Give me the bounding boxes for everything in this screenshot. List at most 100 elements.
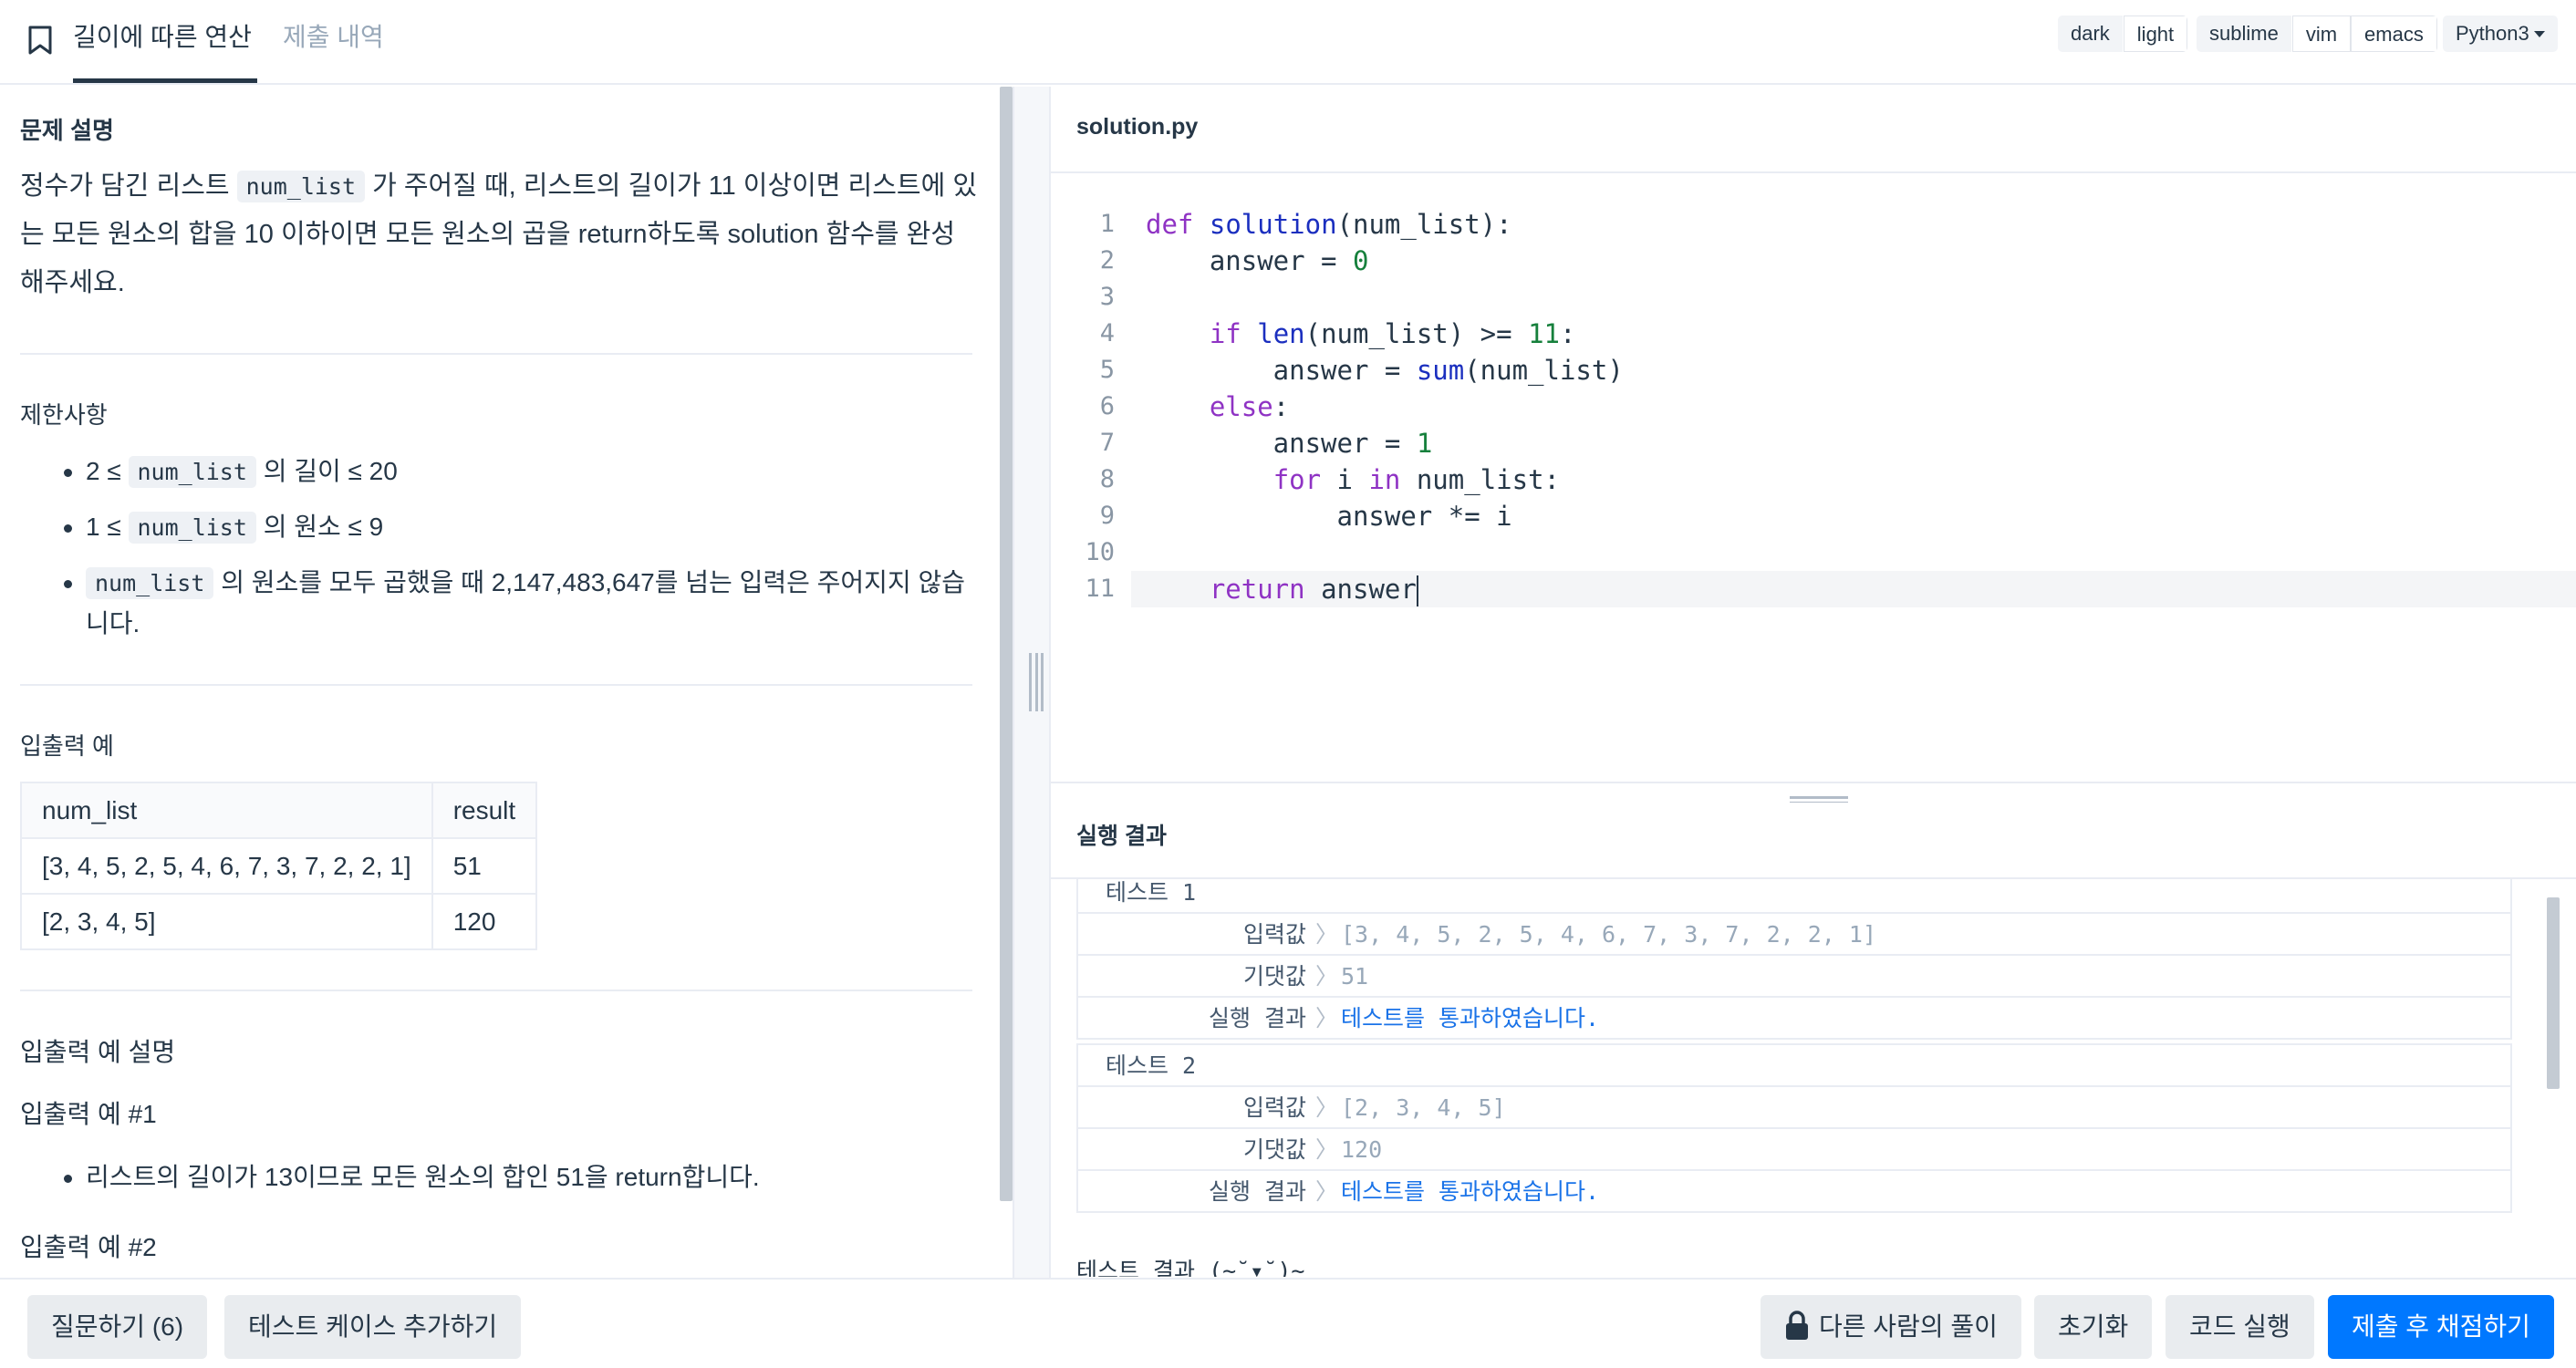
line-number: 3 xyxy=(1099,283,1115,311)
lock-icon xyxy=(1786,1310,1808,1340)
run-code-button[interactable]: 코드 실행 xyxy=(2166,1295,2314,1359)
input-label: 입력값 xyxy=(1242,1094,1306,1121)
others-solution-label: 다른 사람의 풀이 xyxy=(1819,1312,1998,1341)
input-label: 입력값 xyxy=(1242,921,1306,948)
problem-panel-scrollbar[interactable] xyxy=(1000,87,1013,1201)
code-line[interactable]: 3 xyxy=(1051,279,2576,316)
code-line[interactable]: 10 xyxy=(1051,534,2576,571)
test-expected-row: 기댓값 〉 51 xyxy=(1078,954,2510,996)
table-cell: 51 xyxy=(431,837,538,895)
test-result-row: 실행 결과 〉 테스트를 통과하였습니다. xyxy=(1078,996,2510,1038)
test-name: 테스트 2 xyxy=(1078,1043,2510,1085)
line-number: 10 xyxy=(1085,538,1115,566)
expected-label: 기댓값 xyxy=(1242,963,1306,990)
table-cell: [2, 3, 4, 5] xyxy=(20,893,433,950)
editor-header: solution.py xyxy=(1051,87,2576,173)
test-input-row: 입력값 〉 [2, 3, 4, 5] xyxy=(1078,1085,2510,1127)
code-line[interactable]: 9 answer *= i xyxy=(1051,498,2576,534)
test-result-2: 테스트 2 입력값 〉 [2, 3, 4, 5] 기댓값 〉 120 실행 결과… xyxy=(1076,1043,2512,1213)
section-divider xyxy=(20,990,972,991)
list-item: num_list 의 원소를 모두 곱했을 때 2,147,483,647를 넘… xyxy=(20,563,969,644)
test-result-row: 실행 결과 〉 테스트를 통과하였습니다. xyxy=(1078,1169,2510,1211)
section-title-description: 문제 설명 xyxy=(20,117,114,144)
others-solution-button[interactable]: 다른 사람의 풀이 xyxy=(1761,1295,2021,1359)
line-number: 5 xyxy=(1099,356,1115,384)
result-label: 실행 결과 xyxy=(1208,1005,1306,1031)
keymap-sublime-button[interactable]: sublime xyxy=(2197,16,2292,52)
example-1-list: 리스트의 길이가 13이므로 모든 원소의 합인 51을 return합니다. xyxy=(20,1157,969,1197)
keymap-vim-button[interactable]: vim xyxy=(2291,16,2352,52)
active-tab-indicator xyxy=(73,78,257,83)
results-panel: 테스트 1 입력값 〉 [3, 4, 5, 2, 5, 4, 6, 7, 3, … xyxy=(1051,879,2576,1277)
input-value: [3, 4, 5, 2, 5, 4, 6, 7, 3, 7, 2, 2, 1] xyxy=(1341,921,1876,948)
list-item: 리스트의 길이가 13이므로 모든 원소의 합인 51을 return합니다. xyxy=(20,1157,969,1197)
code-line-current[interactable]: 11 return answer xyxy=(1085,571,2576,607)
add-testcase-button[interactable]: 테스트 케이스 추가하기 xyxy=(224,1295,522,1359)
results-scrollbar[interactable] xyxy=(2547,897,2560,1089)
chevron-right-icon: 〉 xyxy=(1315,1136,1339,1163)
theme-toggle-group: dark light xyxy=(2058,16,2188,52)
text-cursor xyxy=(1416,575,1418,606)
code-line[interactable]: 1 def solution(num_list): xyxy=(1051,206,2576,243)
expected-value: 120 xyxy=(1341,1136,1383,1163)
language-select[interactable]: Python3 xyxy=(2443,16,2558,52)
final-result-message: 테스트 결과 (~˘▾˘)~ xyxy=(1076,1258,1305,1277)
section-title-constraints: 제한사항 xyxy=(20,401,108,429)
line-number: 2 xyxy=(1099,246,1115,275)
inline-code: num_list xyxy=(236,171,366,202)
list-item: 2 ≤ num_list 의 길이 ≤ 20 xyxy=(20,451,969,492)
result-label: 실행 결과 xyxy=(1208,1178,1306,1205)
top-bar: 길이에 따른 연산 제출 내역 dark light sublime vim e… xyxy=(0,0,2576,85)
results-header: 실행 결과 xyxy=(1051,803,2576,879)
table-cell: [3, 4, 5, 2, 5, 4, 6, 7, 3, 7, 2, 2, 1] xyxy=(20,837,433,895)
language-select-value: Python3 xyxy=(2456,22,2529,45)
section-divider xyxy=(20,353,972,355)
chevron-right-icon: 〉 xyxy=(1315,921,1339,948)
table-cell: 120 xyxy=(431,893,538,950)
tab-submission-history[interactable]: 제출 내역 xyxy=(283,0,384,85)
results-title: 실행 결과 xyxy=(1076,824,1167,849)
problem-panel: 문제 설명 정수가 담긴 리스트 num_list 가 주어질 때, 리스트의 … xyxy=(0,87,1013,1278)
line-number: 1 xyxy=(1099,210,1115,238)
code-editor[interactable]: 1 def solution(num_list): 2 answer = 0 3 … xyxy=(1051,175,2576,782)
code-line[interactable]: 4 if len(num_list) >= 11: xyxy=(1051,316,2576,352)
result-value: 테스트를 통과하였습니다. xyxy=(1341,1178,1600,1205)
tab-problem-description[interactable]: 길이에 따른 연산 xyxy=(73,0,252,85)
section-title-example-explanation: 입출력 예 설명 xyxy=(20,1038,176,1066)
problem-description: 정수가 담긴 리스트 num_list 가 주어질 때, 리스트의 길이가 11… xyxy=(20,162,978,307)
constraints-list: 2 ≤ num_list 의 길이 ≤ 20 1 ≤ num_list 의 원소… xyxy=(20,451,969,644)
code-line[interactable]: 2 answer = 0 xyxy=(1051,243,2576,279)
expected-label: 기댓값 xyxy=(1242,1136,1306,1163)
code-line[interactable]: 5 answer = sum(num_list) xyxy=(1051,352,2576,389)
test-result-1: 테스트 1 입력값 〉 [3, 4, 5, 2, 5, 4, 6, 7, 3, … xyxy=(1076,879,2512,1040)
table-row: [3, 4, 5, 2, 5, 4, 6, 7, 3, 7, 2, 2, 1] … xyxy=(20,837,538,895)
line-number: 9 xyxy=(1099,502,1115,530)
bottom-bar: 질문하기 (6) 테스트 케이스 추가하기 다른 사람의 풀이 초기화 코드 실… xyxy=(0,1278,2576,1368)
keymap-emacs-button[interactable]: emacs xyxy=(2351,16,2437,52)
code-line[interactable]: 8 for i in num_list: xyxy=(1051,461,2576,498)
expected-value: 51 xyxy=(1341,963,1369,990)
table-header-cell: num_list xyxy=(20,782,433,839)
submit-button[interactable]: 제출 후 채점하기 xyxy=(2328,1295,2554,1359)
line-number: 11 xyxy=(1085,575,1115,603)
examples-table: num_list result [3, 4, 5, 2, 5, 4, 6, 7,… xyxy=(20,782,538,950)
test-name: 테스트 1 xyxy=(1078,879,2510,912)
example-1-title: 입출력 예 #1 xyxy=(20,1100,157,1128)
theme-light-button[interactable]: light xyxy=(2123,16,2188,52)
code-line[interactable]: 6 else: xyxy=(1051,389,2576,425)
line-number: 6 xyxy=(1099,392,1115,420)
result-value: 테스트를 통과하였습니다. xyxy=(1341,1005,1600,1031)
example-2-title: 입출력 예 #2 xyxy=(20,1233,157,1261)
input-value: [2, 3, 4, 5] xyxy=(1341,1094,1506,1121)
reset-button[interactable]: 초기화 xyxy=(2034,1295,2153,1359)
ask-question-button[interactable]: 질문하기 (6) xyxy=(27,1295,208,1359)
code-line[interactable]: 7 answer = 1 xyxy=(1051,425,2576,461)
theme-dark-button[interactable]: dark xyxy=(2058,16,2124,52)
table-header-row: num_list result xyxy=(20,782,538,839)
chevron-right-icon: 〉 xyxy=(1315,1005,1339,1031)
bookmark-icon[interactable] xyxy=(27,26,53,55)
chevron-down-icon xyxy=(2534,31,2545,37)
line-number: 7 xyxy=(1099,429,1115,457)
drag-handle-icon[interactable] xyxy=(1029,653,1044,711)
chevron-right-icon: 〉 xyxy=(1315,963,1339,990)
